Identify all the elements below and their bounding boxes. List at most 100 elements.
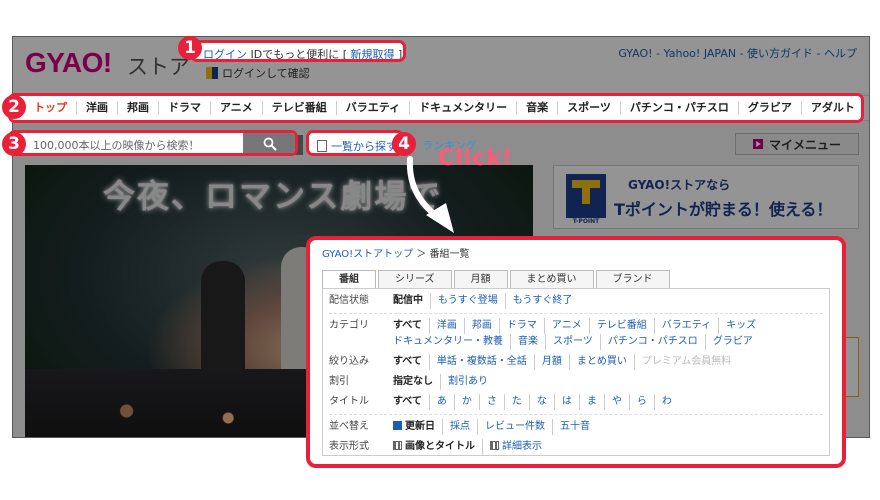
filter-option[interactable]: 更新日 bbox=[393, 419, 442, 435]
filter-option[interactable]: 割引あり bbox=[440, 374, 495, 390]
tab-0[interactable]: 番組 bbox=[322, 270, 376, 288]
filter-option-text: な bbox=[536, 396, 547, 407]
filter-option[interactable]: 配信中 bbox=[393, 293, 430, 309]
nav-item-3[interactable]: ドラマ bbox=[159, 101, 211, 115]
filter-option[interactable]: グラビア bbox=[704, 334, 760, 350]
filter-panel: 配信状態 配信中 もうすぐ登場 もうすぐ終了 カテゴリ すべて 洋画 邦画 ドラマ アニメ テレビ番… bbox=[322, 288, 830, 456]
filter-options: 指定なし 割引あり bbox=[393, 374, 823, 390]
filter-option[interactable]: パチンコ・パチスロ bbox=[599, 334, 705, 350]
filter-option-text: は bbox=[561, 396, 572, 407]
filter-option[interactable]: 邦画 bbox=[463, 318, 499, 334]
filter-option-text: スポーツ bbox=[553, 336, 593, 347]
filter-option-text: グラビア bbox=[712, 336, 753, 347]
highlight-search: 100,000本以上の映像から検索！ bbox=[8, 130, 298, 156]
breadcrumb-store-top[interactable]: GYAO!ストアトップ bbox=[322, 249, 413, 260]
nav-item-4[interactable]: アニメ bbox=[211, 101, 263, 115]
filter-option[interactable]: 画像とタイトル bbox=[393, 439, 482, 455]
filter-option[interactable]: 単話・複数話・全話 bbox=[428, 354, 534, 370]
filter-option[interactable]: 指定なし bbox=[393, 374, 440, 390]
tab-2[interactable]: 月額 bbox=[453, 270, 508, 288]
filter-option[interactable]: すべて bbox=[393, 394, 429, 410]
filter-option[interactable]: レビュー件数 bbox=[477, 419, 552, 435]
tab-3[interactable]: まとめ買い bbox=[509, 270, 594, 288]
filter-row: 並べ替え 更新日 採点 レビュー件数 五十音 bbox=[329, 417, 823, 437]
filter-option[interactable]: さ bbox=[478, 394, 504, 410]
filter-option[interactable]: ら bbox=[628, 394, 654, 410]
filter-option[interactable]: もうすぐ登場 bbox=[430, 293, 505, 309]
nav-item-11[interactable]: グラビア bbox=[739, 101, 802, 115]
filter-option[interactable]: な bbox=[528, 394, 554, 410]
list-link[interactable]: 一覧から探す bbox=[317, 138, 397, 153]
filter-option-text: すべて bbox=[393, 320, 422, 331]
filter-option-text: すべて bbox=[393, 396, 422, 407]
filter-options: 配信中 もうすぐ登場 もうすぐ終了 bbox=[393, 293, 823, 309]
filter-option-text: ドキュメンタリー・教養 bbox=[393, 336, 503, 347]
filter-option[interactable]: か bbox=[453, 394, 479, 410]
search-icon bbox=[263, 137, 277, 151]
filter-option-text: 更新日 bbox=[405, 421, 435, 432]
filter-option-text: レビュー件数 bbox=[485, 421, 545, 432]
filter-option[interactable]: 洋画 bbox=[428, 318, 464, 334]
filter-option[interactable]: キッズ bbox=[718, 318, 763, 334]
badge-2: 2 bbox=[2, 95, 26, 119]
nav-item-9[interactable]: スポーツ bbox=[558, 101, 621, 115]
nav-item-1[interactable]: 洋画 bbox=[77, 101, 118, 115]
nav-item-5[interactable]: テレビ番組 bbox=[263, 101, 337, 115]
nav-item-6[interactable]: バラエティ bbox=[337, 101, 411, 115]
nav-item-2[interactable]: 邦画 bbox=[118, 101, 159, 115]
filter-option[interactable]: アニメ bbox=[543, 318, 589, 334]
filter-option-text: テレビ番組 bbox=[596, 320, 647, 331]
filter-option: プレミアム会員無料 bbox=[633, 354, 738, 370]
nav-item-12[interactable]: アダルト bbox=[802, 101, 861, 115]
highlight-login: ログイン IDでもっと便利に [ 新規取得 ] bbox=[190, 40, 406, 62]
search-button[interactable] bbox=[243, 133, 295, 153]
filter-option[interactable]: は bbox=[553, 394, 579, 410]
filter-option[interactable]: スポーツ bbox=[545, 334, 600, 350]
filter-option-text: 洋画 bbox=[436, 320, 457, 331]
nav-item-10[interactable]: パチンコ・パチスロ bbox=[621, 101, 739, 115]
filter-option[interactable]: すべて bbox=[393, 354, 429, 370]
badge-3: 3 bbox=[2, 132, 26, 156]
filter-option-text: あ bbox=[436, 396, 447, 407]
nav-item-7[interactable]: ドキュメンタリー bbox=[410, 101, 518, 115]
popup-inner: GYAO!ストアトップ ＞ 番組一覧 番組 シリーズ 月額 まとめ買い ブランド 配信状… bbox=[322, 246, 830, 456]
filter-option[interactable]: た bbox=[503, 394, 529, 410]
filter-option[interactable]: ドキュメンタリー・教養 bbox=[393, 334, 510, 350]
nav-item-8[interactable]: 音楽 bbox=[517, 101, 559, 115]
filter-option[interactable]: 詳細表示 bbox=[482, 439, 549, 455]
filter-option[interactable]: すべて bbox=[393, 318, 429, 334]
register-link[interactable]: 新規取得 bbox=[351, 48, 395, 59]
filter-option-text: プレミアム会員無料 bbox=[641, 356, 732, 367]
filter-option[interactable]: テレビ番組 bbox=[588, 318, 654, 334]
nav-item-0[interactable]: トップ bbox=[25, 101, 77, 115]
filter-option-text: ま bbox=[586, 396, 597, 407]
filter-option[interactable]: バラエティ bbox=[653, 318, 718, 334]
login-link[interactable]: ログイン bbox=[203, 48, 247, 59]
search-input[interactable]: 100,000本以上の映像から検索！ bbox=[29, 135, 243, 153]
filter-options: すべて あ か さ た な は ま や ら わ bbox=[393, 394, 823, 410]
login-text: IDでもっと便利に [ bbox=[247, 48, 351, 61]
filter-option-text: 画像とタイトル bbox=[405, 441, 475, 452]
tab-1[interactable]: シリーズ bbox=[378, 270, 452, 288]
filter-option[interactable]: あ bbox=[428, 394, 454, 410]
filter-option-text: まとめ買い bbox=[576, 356, 627, 367]
filter-option-text: た bbox=[511, 396, 522, 407]
sort-icon bbox=[393, 421, 402, 430]
filter-options: 更新日 採点 レビュー件数 五十音 bbox=[393, 419, 823, 435]
filter-option[interactable]: もうすぐ終了 bbox=[504, 293, 580, 309]
popup-tabs: 番組 シリーズ 月額 まとめ買い ブランド bbox=[322, 270, 830, 288]
filter-option[interactable]: 音楽 bbox=[510, 334, 545, 350]
filter-option[interactable]: 採点 bbox=[442, 419, 477, 435]
tab-4[interactable]: ブランド bbox=[595, 270, 670, 288]
filter-label: 並べ替え bbox=[329, 421, 369, 432]
filter-option[interactable]: わ bbox=[653, 394, 679, 410]
filter-option[interactable]: 月額 bbox=[533, 354, 569, 370]
filter-option[interactable]: ドラマ bbox=[498, 318, 544, 334]
filter-option[interactable]: や bbox=[603, 394, 629, 410]
filter-option-text: 月額 bbox=[541, 356, 562, 367]
filter-option[interactable]: 五十音 bbox=[552, 419, 597, 435]
program-list-popup: GYAO!ストアトップ ＞ 番組一覧 番組 シリーズ 月額 まとめ買い ブランド 配信状… bbox=[306, 236, 846, 468]
filter-option[interactable]: ま bbox=[578, 394, 604, 410]
badge-1: 1 bbox=[178, 36, 202, 60]
filter-option[interactable]: まとめ買い bbox=[568, 354, 634, 370]
